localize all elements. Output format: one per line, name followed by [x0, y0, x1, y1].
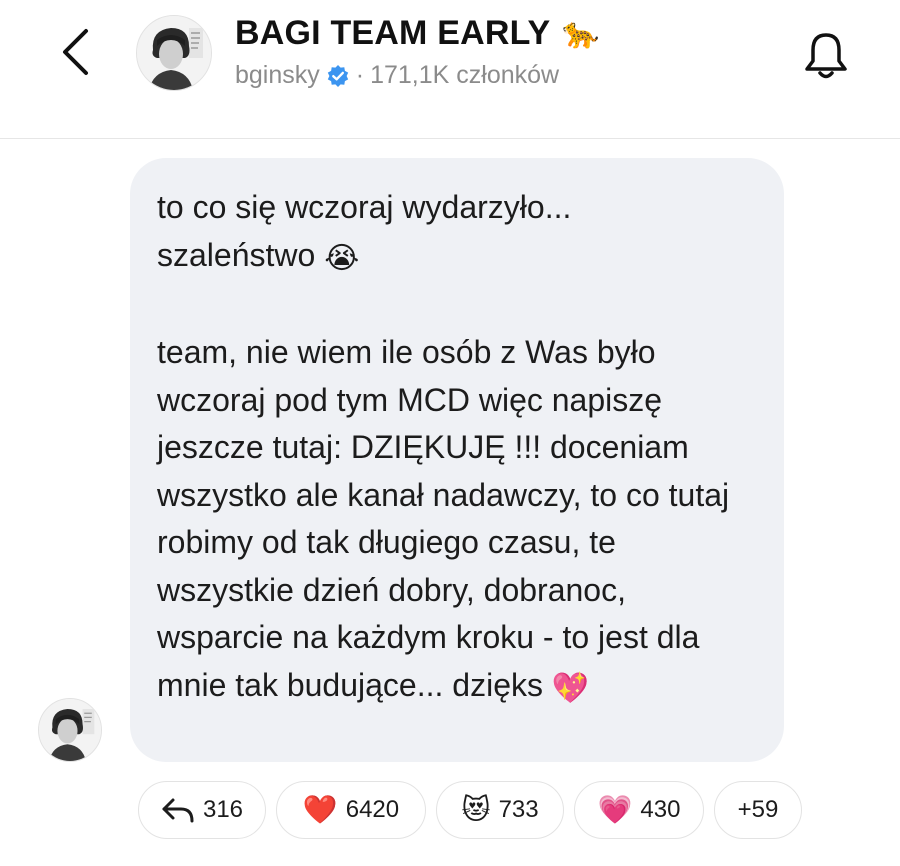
reaction-heart-eyes-cat[interactable]: 😻 733 — [436, 781, 564, 839]
message-bubble[interactable]: to co się wczoraj wydarzyło... szaleństw… — [130, 158, 784, 762]
reaction-count: 430 — [640, 796, 681, 823]
leopard-emoji: 🐆 — [562, 16, 600, 50]
channel-avatar[interactable] — [136, 15, 212, 91]
channel-title: BAGI TEAM EARLY 🐆 — [235, 14, 600, 53]
reply-count: 316 — [202, 796, 244, 823]
message-text: team, nie wiem ile osób z Was było wczor… — [157, 334, 730, 703]
channel-subtitle: bginsky · 171,1K członków — [235, 61, 600, 90]
reply-button[interactable]: 316 — [138, 781, 266, 839]
reaction-growing-heart[interactable]: 💗 430 — [574, 781, 704, 839]
channel-name: BAGI TEAM EARLY — [235, 14, 551, 52]
verified-badge-icon — [326, 64, 350, 88]
reactions-bar: 316 ❤️ 6420 😻 733 💗 430 +59 — [138, 781, 802, 841]
reaction-count: 6420 — [345, 796, 400, 823]
growing-heart-emoji: 💗 — [597, 794, 633, 825]
bell-icon — [805, 33, 847, 79]
reaction-heart[interactable]: ❤️ 6420 — [276, 781, 426, 839]
subtitle-separator: · — [355, 61, 365, 89]
more-reactions-button[interactable]: +59 — [714, 781, 802, 839]
message-line: szaleństwo — [157, 236, 316, 273]
more-reactions-count: +59 — [737, 796, 779, 823]
crying-emoji: 😭 — [324, 241, 360, 275]
channel-header: BAGI TEAM EARLY 🐆 bginsky · 171,1K człon… — [0, 0, 900, 139]
chevron-left-icon — [63, 29, 88, 75]
member-count: 171,1K członków — [370, 61, 560, 89]
notifications-button[interactable] — [796, 26, 856, 86]
heart-eyes-cat-emoji: 😻 — [461, 794, 491, 825]
sparkling-heart-emoji: 💖 — [551, 671, 590, 705]
back-button[interactable] — [50, 22, 100, 82]
reaction-count: 733 — [498, 796, 539, 823]
message-paragraph-2: team, nie wiem ile osób z Was było wczor… — [157, 329, 754, 712]
message-line: to co się wczoraj wydarzyło... — [157, 189, 572, 225]
sender-avatar[interactable] — [38, 698, 102, 762]
reply-arrow-icon — [162, 798, 194, 823]
red-heart-emoji: ❤️ — [302, 794, 338, 825]
channel-username: bginsky — [235, 61, 320, 89]
channel-title-block[interactable]: BAGI TEAM EARLY 🐆 bginsky · 171,1K człon… — [235, 14, 600, 90]
message-paragraph-1: to co się wczoraj wydarzyło... szaleństw… — [157, 184, 754, 282]
